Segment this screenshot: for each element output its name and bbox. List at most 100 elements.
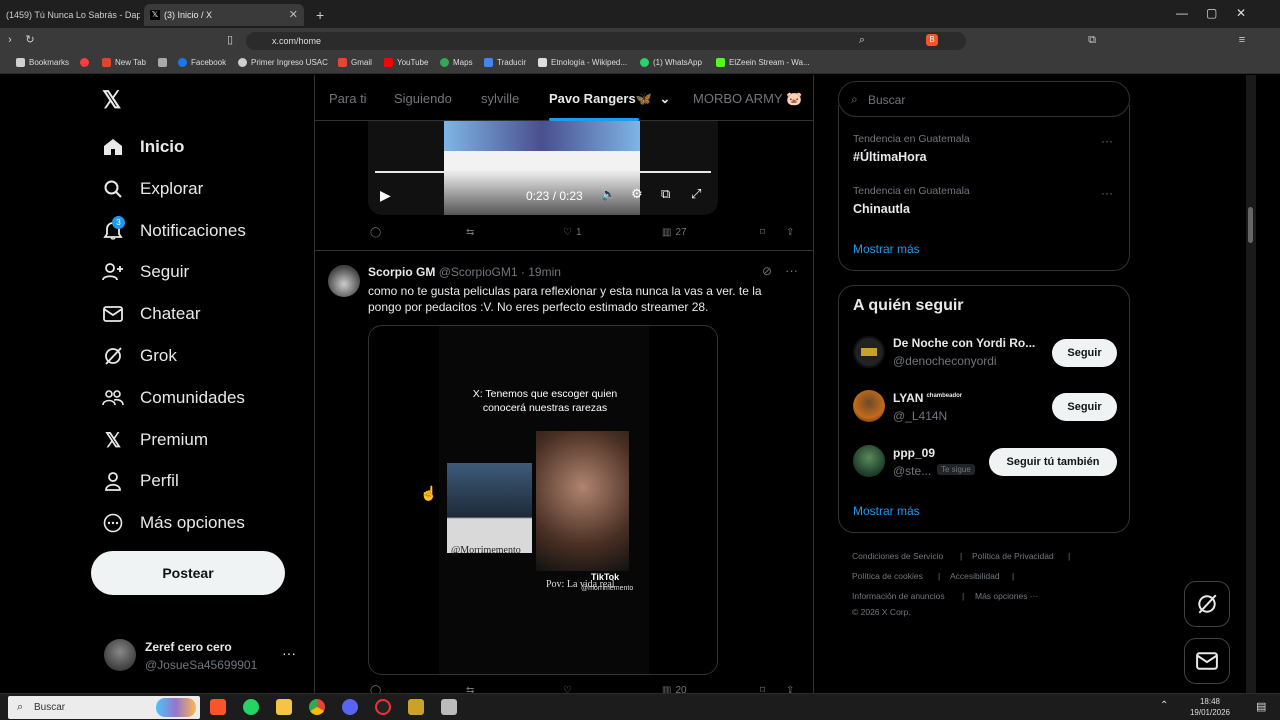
post-handle[interactable]: @ScorpioGM1 [439, 265, 518, 279]
account-more-icon[interactable]: ··· [282, 645, 296, 661]
bookmark-item[interactable]: Facebook [178, 58, 226, 67]
tab-siguiendo[interactable]: Siguiendo [394, 91, 452, 106]
like-button[interactable]: ♡ [563, 685, 572, 693]
sidebar-item-mas-opciones[interactable]: Más opciones [102, 508, 245, 538]
footer-link[interactable]: Política de Privacidad [972, 551, 1054, 561]
follow-button[interactable]: Seguir [1052, 393, 1117, 421]
new-tab-button[interactable]: + [310, 4, 328, 26]
user-avatar[interactable] [853, 336, 885, 368]
sidebar-item-perfil[interactable]: Perfil [102, 466, 179, 496]
bookmark-item[interactable]: New Tab [102, 58, 146, 67]
sidebar-item-seguir[interactable]: Seguir [102, 257, 189, 287]
bookmark-item[interactable]: Bookmarks [16, 58, 69, 67]
brave-app-icon[interactable] [210, 699, 226, 715]
scroll-thumb[interactable] [1248, 207, 1253, 243]
messages-floating-button[interactable] [1184, 638, 1230, 684]
page-scrollbar[interactable] [1246, 75, 1256, 693]
tab-morbo-army[interactable]: MORBO ARMY 🐷 [693, 91, 802, 107]
brave-shield-icon[interactable]: B [926, 34, 938, 46]
shield-app-icon[interactable] [441, 699, 457, 715]
user-avatar[interactable] [853, 390, 885, 422]
repost-button[interactable]: ⇆ [466, 685, 474, 693]
maximize-icon[interactable]: ▢ [1206, 6, 1217, 20]
browser-tab-x[interactable]: 𝕏 (3) Inicio / X ✕ [144, 4, 304, 26]
trend-title[interactable]: #ÚltimaHora [853, 150, 927, 164]
post-button[interactable]: Postear [91, 551, 285, 595]
grok-post-icon[interactable]: ⊘ [762, 264, 772, 278]
follow-button[interactable]: Seguir [1052, 339, 1117, 367]
bookmark-item[interactable] [158, 58, 167, 67]
minimize-icon[interactable]: — [1176, 6, 1188, 20]
user-avatar[interactable] [853, 445, 885, 477]
extensions-icon[interactable]: ⧉ [1086, 34, 1098, 46]
trend-more-icon[interactable]: ··· [1101, 186, 1113, 200]
share-button[interactable]: ⇪ [786, 227, 794, 238]
bookmark-item[interactable]: YouTube [384, 58, 428, 67]
bookmark-item[interactable]: Primer Ingreso USAC [238, 58, 328, 67]
post-time[interactable]: · 19min [521, 265, 561, 279]
browser-tab-music[interactable]: (1459) Tú Nunca Lo Sabrás - Daphne [0, 4, 140, 26]
chrome-app-icon[interactable] [309, 699, 325, 715]
reload-icon[interactable]: ↻ [24, 34, 36, 46]
grok-floating-button[interactable] [1184, 581, 1230, 627]
tray-chevron-icon[interactable]: ⌃ [1160, 700, 1168, 711]
footer-link[interactable]: Accesibilidad [950, 571, 1000, 581]
video-progress-bar[interactable] [375, 171, 711, 173]
sidebar-item-explorar[interactable]: Explorar [102, 174, 203, 204]
fullscreen-icon[interactable]: ⤢ [691, 186, 701, 202]
tab-sylville[interactable]: sylville [481, 91, 519, 106]
taskbar-search[interactable]: ⌕ Buscar [8, 696, 200, 719]
follow-back-button[interactable]: Seguir tú también [989, 448, 1117, 476]
pip-icon[interactable]: ⧉ [661, 186, 670, 202]
obs-app-icon[interactable] [375, 699, 391, 715]
footer-link[interactable]: Información de anuncios [852, 591, 945, 601]
sidebar-item-chatear[interactable]: Chatear [102, 299, 200, 329]
user-name[interactable]: ppp_09 [893, 446, 935, 460]
bookmark-item[interactable]: (1) WhatsApp [640, 58, 702, 67]
sidebar-item-premium[interactable]: 𝕏 Premium [102, 425, 208, 455]
sidebar-item-inicio[interactable]: Inicio [102, 132, 184, 162]
close-tab-icon[interactable]: ✕ [289, 8, 298, 21]
bookmark-item[interactable]: Maps [440, 58, 473, 67]
bookmark-page-icon[interactable]: ▯ [224, 34, 236, 46]
views-button[interactable]: ▥ 20 [662, 685, 687, 693]
repost-button[interactable]: ⇆ [466, 227, 474, 238]
tab-para-ti[interactable]: Para ti [329, 91, 367, 106]
settings-icon[interactable]: ⚙ [631, 186, 643, 202]
menu-icon[interactable]: ≡ [1236, 34, 1248, 46]
trends-show-more[interactable]: Mostrar más [853, 242, 920, 256]
bookmark-button[interactable]: ⌑ [760, 685, 765, 693]
user-name[interactable]: LYAN chambeador [893, 391, 962, 405]
bookmark-button[interactable]: ⌑ [760, 227, 765, 238]
x-logo-icon[interactable]: 𝕏 [102, 89, 126, 113]
file-explorer-icon[interactable] [276, 699, 292, 715]
footer-link[interactable]: Más opciones ··· [975, 591, 1038, 601]
share-button[interactable]: ⇪ [786, 685, 794, 693]
bookmark-item[interactable]: ElZeein Stream - Wa... [716, 58, 810, 67]
bookmark-item[interactable]: Traducir [484, 58, 526, 67]
post-avatar[interactable] [328, 265, 360, 297]
tab-pavo-rangers[interactable]: Pavo Rangers🦋 ⌄ [549, 91, 670, 107]
clock[interactable]: 18:48 19/01/2026 [1180, 696, 1240, 718]
reply-button[interactable]: ◯ [370, 685, 381, 693]
sidebar-item-grok[interactable]: Grok [102, 341, 177, 371]
sidebar-item-comunidades[interactable]: Comunidades [102, 383, 245, 413]
forward-icon[interactable]: › [4, 34, 16, 46]
like-button[interactable]: ♡ 1 [563, 227, 582, 238]
close-window-icon[interactable]: ✕ [1236, 6, 1246, 20]
trend-title[interactable]: Chinautla [853, 202, 910, 216]
footer-link[interactable]: Política de cookies [852, 571, 923, 581]
whatsapp-app-icon[interactable] [243, 699, 259, 715]
video-player[interactable]: ▶ 0:23 / 0:23 🔈 ⚙ ⧉ ⤢ [368, 121, 718, 215]
follow-show-more[interactable]: Mostrar más [853, 504, 920, 518]
bookmark-item[interactable]: Etnología - Wikiped... [538, 58, 627, 67]
game-app-icon[interactable] [408, 699, 424, 715]
views-button[interactable]: ▥ 27 [662, 227, 687, 238]
discord-app-icon[interactable] [342, 699, 358, 715]
trend-more-icon[interactable]: ··· [1101, 134, 1113, 148]
bookmark-item[interactable] [80, 58, 89, 67]
notification-center-icon[interactable]: ▤ [1256, 700, 1266, 713]
sidebar-item-notificaciones[interactable]: 3 Notificaciones [102, 216, 246, 246]
volume-icon[interactable]: 🔈 [601, 187, 616, 201]
user-name[interactable]: De Noche con Yordi Ro... [893, 336, 1035, 350]
